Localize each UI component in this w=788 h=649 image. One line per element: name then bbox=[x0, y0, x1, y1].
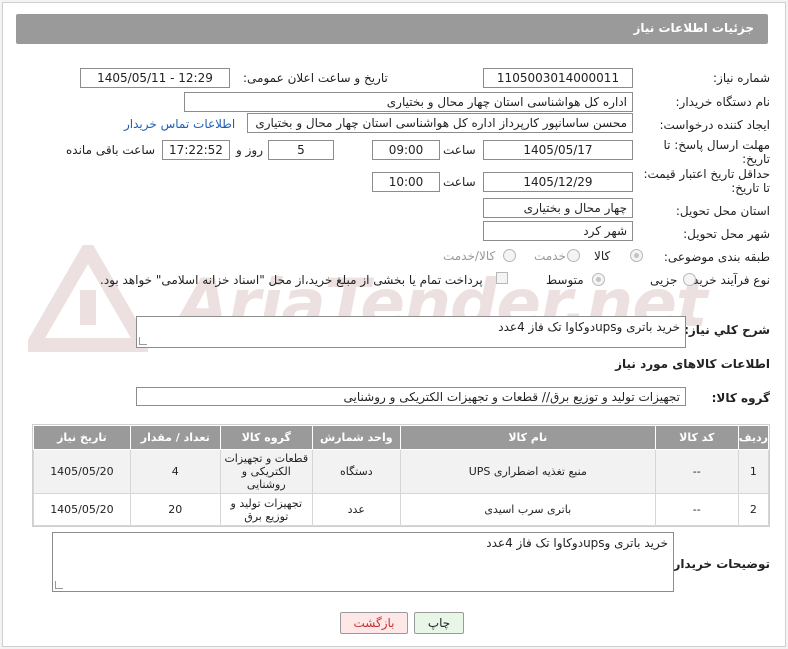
resize-grip-icon[interactable] bbox=[55, 581, 63, 589]
deadline-label-date: تاریخ: bbox=[742, 152, 770, 166]
deadline-date-field: 1405/05/17 bbox=[483, 140, 633, 160]
process-label: نوع فرآیند خرید : bbox=[685, 273, 770, 287]
payment-checkbox[interactable] bbox=[496, 272, 508, 284]
col-unit: واحد شمارش bbox=[311, 425, 401, 450]
cell-name: باتری سرب اسیدی bbox=[399, 493, 656, 526]
deadline-time-field: 09:00 bbox=[372, 140, 440, 160]
need-number-label: شماره نیاز: bbox=[713, 71, 770, 85]
price-validity-time-field: 10:00 bbox=[372, 172, 440, 192]
cell-unit: عدد bbox=[311, 493, 401, 526]
contact-buyer-link[interactable]: اطلاعات تماس خریدار bbox=[124, 117, 235, 131]
remaining-time-field: 17:22:52 bbox=[162, 140, 230, 160]
process-radio-minor[interactable] bbox=[683, 273, 696, 286]
buyer-org-label: نام دستگاه خریدار: bbox=[675, 95, 771, 109]
city-field: شهر کرد bbox=[483, 221, 633, 241]
summary-label: شرح کلي نياز: bbox=[684, 323, 770, 337]
category-option-goods-service: کالا/خدمت bbox=[443, 249, 496, 263]
process-option-medium: متوسط bbox=[546, 273, 584, 287]
cell-quantity: 4 bbox=[129, 449, 221, 494]
table-row: 2 -- باتری سرب اسیدی عدد تجهیزات تولید و… bbox=[33, 493, 770, 526]
table-row: 1 -- منبع تغذیه اضطراری UPS دستگاه قطعات… bbox=[33, 449, 770, 494]
requester-label: ایجاد کننده درخواست: bbox=[659, 118, 770, 132]
city-label: شهر محل تحویل: bbox=[683, 227, 770, 241]
cell-code: -- bbox=[654, 493, 739, 526]
cell-group: قطعات و تجهیزات الکتریکی و روشنایی bbox=[219, 449, 313, 494]
province-field: چهار محال و بختیاری bbox=[483, 198, 633, 218]
payment-note: پرداخت تمام یا بخشی از مبلغ خرید،از محل … bbox=[100, 273, 483, 287]
cell-date: 1405/05/20 bbox=[33, 449, 131, 494]
price-validity-label-2: تا تاریخ: bbox=[731, 181, 770, 195]
process-option-minor: جزیی bbox=[650, 273, 678, 287]
back-button[interactable]: بازگشت bbox=[340, 612, 408, 634]
cell-code: -- bbox=[654, 449, 739, 494]
table-header-row: ردیف کد کالا نام کالا واحد شمارش گروه کا… bbox=[33, 425, 770, 450]
category-label: طبقه بندی موضوعی: bbox=[663, 250, 770, 264]
requester-field: محسن ساسانپور کارپرداز اداره کل هواشناسی… bbox=[247, 113, 633, 133]
need-number-field: 1105003014000011 bbox=[483, 68, 633, 88]
days-label: روز و bbox=[236, 143, 263, 157]
category-radio-goods[interactable] bbox=[630, 249, 643, 262]
price-validity-date-field: 1405/12/29 bbox=[483, 172, 633, 192]
deadline-time-label: ساعت bbox=[443, 143, 476, 157]
announce-field: 1405/05/11 - 12:29 bbox=[80, 68, 230, 88]
cell-row: 1 bbox=[737, 449, 770, 494]
buyer-notes-textarea: خرید باتری وupsدوکاوا تک فاز 4عدد bbox=[52, 532, 674, 592]
cell-quantity: 20 bbox=[129, 493, 221, 526]
print-button[interactable]: چاپ bbox=[414, 612, 464, 634]
header-bar: جزئیات اطلاعات نیاز bbox=[16, 14, 768, 44]
goods-group-field: تجهیزات تولید و توزیع برق// قطعات و تجهی… bbox=[136, 387, 686, 406]
cell-date: 1405/05/20 bbox=[33, 493, 131, 526]
announce-label: تاریخ و ساعت اعلان عمومی: bbox=[243, 71, 388, 85]
resize-grip-icon[interactable] bbox=[139, 337, 147, 345]
category-radio-goods-service[interactable] bbox=[503, 249, 516, 262]
goods-table: ردیف کد کالا نام کالا واحد شمارش گروه کا… bbox=[32, 424, 770, 527]
deadline-label: مهلت ارسال پاسخ: تا bbox=[663, 138, 770, 152]
cell-name: منبع تغذیه اضطراری UPS bbox=[399, 449, 656, 494]
price-validity-label: حداقل تاریخ اعتبار قیمت: bbox=[643, 167, 770, 181]
buyer-notes-text: خرید باتری وupsدوکاوا تک فاز 4عدد bbox=[486, 536, 668, 550]
buyer-notes-label: توضیحات خریدار: bbox=[668, 557, 770, 571]
col-group: گروه کالا bbox=[219, 425, 313, 450]
col-quantity: تعداد / مقدار bbox=[129, 425, 221, 450]
summary-text: خرید باتری وupsدوکاوا تک فاز 4عدد bbox=[498, 320, 680, 334]
col-date: تاریخ نیاز bbox=[33, 425, 131, 450]
category-option-service: خدمت bbox=[534, 249, 566, 263]
goods-info-title: اطلاعات کالاهای مورد نیاز bbox=[615, 357, 770, 371]
page-title: جزئیات اطلاعات نیاز bbox=[633, 21, 754, 35]
col-name: نام کالا bbox=[399, 425, 656, 450]
cell-unit: دستگاه bbox=[311, 449, 401, 494]
process-radio-medium[interactable] bbox=[592, 273, 605, 286]
cell-row: 2 bbox=[737, 493, 770, 526]
col-row: ردیف bbox=[737, 425, 770, 450]
days-field: 5 bbox=[268, 140, 334, 160]
province-label: استان محل تحویل: bbox=[675, 204, 770, 218]
category-option-goods: کالا bbox=[594, 249, 611, 263]
summary-textarea: خرید باتری وupsدوکاوا تک فاز 4عدد bbox=[136, 316, 686, 348]
col-code: کد کالا bbox=[654, 425, 739, 450]
price-validity-time-label: ساعت bbox=[443, 175, 476, 189]
goods-group-label: گروه کالا: bbox=[711, 391, 770, 405]
remaining-label: ساعت باقی مانده bbox=[66, 143, 156, 157]
category-radio-service[interactable] bbox=[567, 249, 580, 262]
cell-group: تجهیزات تولید و توزیع برق bbox=[219, 493, 313, 526]
buyer-org-field: اداره کل هواشناسی استان چهار محال و بختی… bbox=[184, 92, 633, 112]
